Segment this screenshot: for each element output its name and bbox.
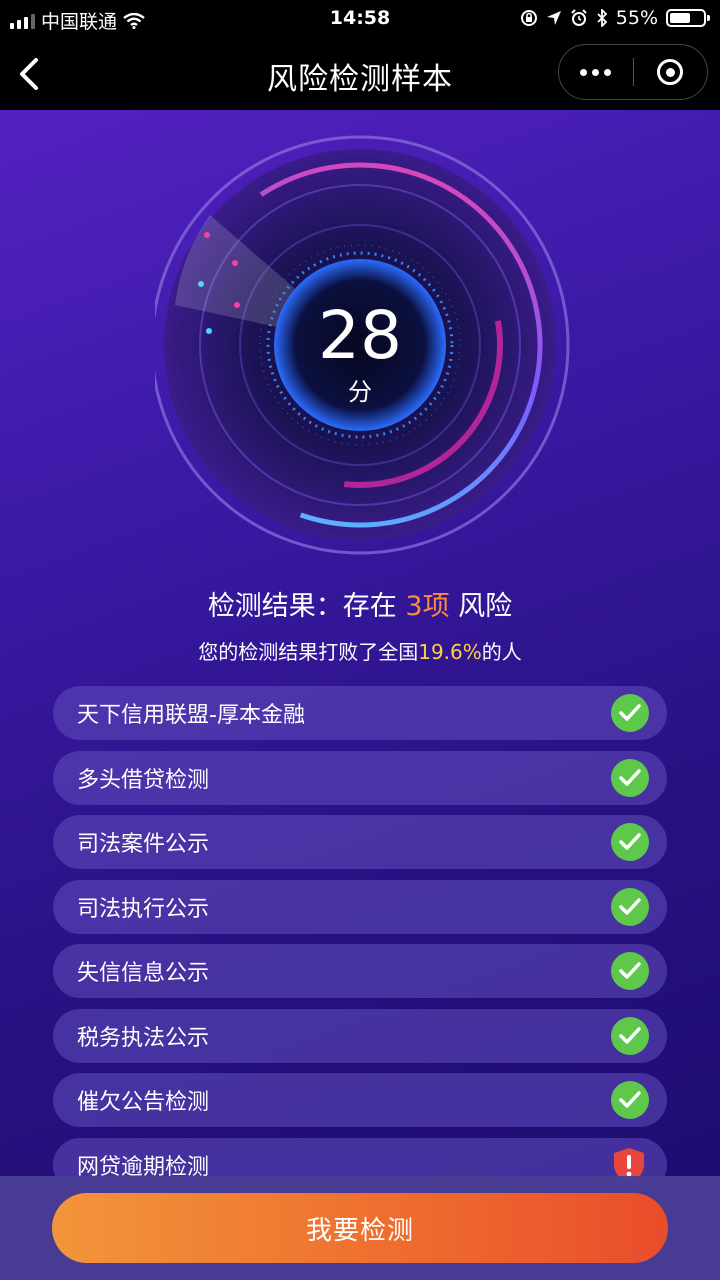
- result-summary: 您的检测结果打败了全国19.6%的人: [198, 640, 522, 664]
- check-item-label: 催欠公告检测: [77, 1090, 210, 1115]
- check-list: 天下信用联盟-厚本金融 多头借贷检测 司法案件公示 司法执行公示 失信信息公示 …: [53, 686, 667, 1202]
- check-pass-icon: [611, 1081, 649, 1119]
- beat-percent: 19.6%: [418, 640, 482, 664]
- check-item[interactable]: 催欠公告检测: [53, 1073, 667, 1127]
- check-item[interactable]: 司法案件公示: [53, 815, 667, 869]
- more-button[interactable]: [559, 45, 633, 99]
- check-item-label: 税务执法公示: [77, 1025, 210, 1051]
- start-detect-button[interactable]: 我要检测: [52, 1193, 668, 1263]
- miniprogram-capsule: [558, 44, 708, 100]
- check-pass-icon: [611, 758, 649, 797]
- check-pass-icon: [611, 952, 649, 990]
- check-item[interactable]: 税务执法公示: [53, 1008, 667, 1063]
- check-item-label: 天下信用联盟-厚本金融: [77, 703, 305, 728]
- check-pass-icon: [611, 823, 649, 861]
- risk-count: 3项: [405, 591, 450, 622]
- location-icon: [546, 11, 561, 25]
- top-bar: 中国联通 14:58 55% 风险检测样本: [0, 0, 720, 110]
- check-pass-icon: [611, 887, 649, 926]
- rotation-lock-icon: [520, 10, 537, 26]
- check-item-label: 司法案件公示: [77, 832, 210, 857]
- close-miniprogram-button[interactable]: [634, 45, 708, 99]
- risk-score: 28: [318, 297, 402, 374]
- check-item[interactable]: 天下信用联盟-厚本金融: [53, 686, 667, 740]
- battery-percent: 55%: [615, 7, 658, 29]
- check-item-label: 多头借贷检测: [77, 767, 210, 793]
- check-item[interactable]: 失信信息公示: [53, 944, 667, 998]
- risk-score-unit: 分: [348, 378, 372, 406]
- target-icon: [657, 59, 684, 85]
- bottom-bar: 我要检测: [0, 1176, 720, 1280]
- check-pass-icon: [611, 1016, 649, 1055]
- bluetooth-icon: [597, 9, 608, 27]
- check-pass-icon: [611, 694, 649, 732]
- alarm-icon: [571, 9, 587, 26]
- check-item-label: 失信信息公示: [77, 961, 210, 986]
- check-item-label: 司法执行公示: [77, 896, 210, 922]
- more-dots-icon: [580, 68, 612, 76]
- result-headline: 检测结果：存在 3项 风险: [207, 591, 513, 622]
- status-bar: 中国联通 14:58 55%: [0, 0, 720, 38]
- nav-bar: 风险检测样本: [0, 38, 720, 110]
- battery-icon: [666, 9, 710, 27]
- check-item[interactable]: 多头借贷检测: [53, 750, 667, 805]
- check-item[interactable]: 司法执行公示: [53, 879, 667, 934]
